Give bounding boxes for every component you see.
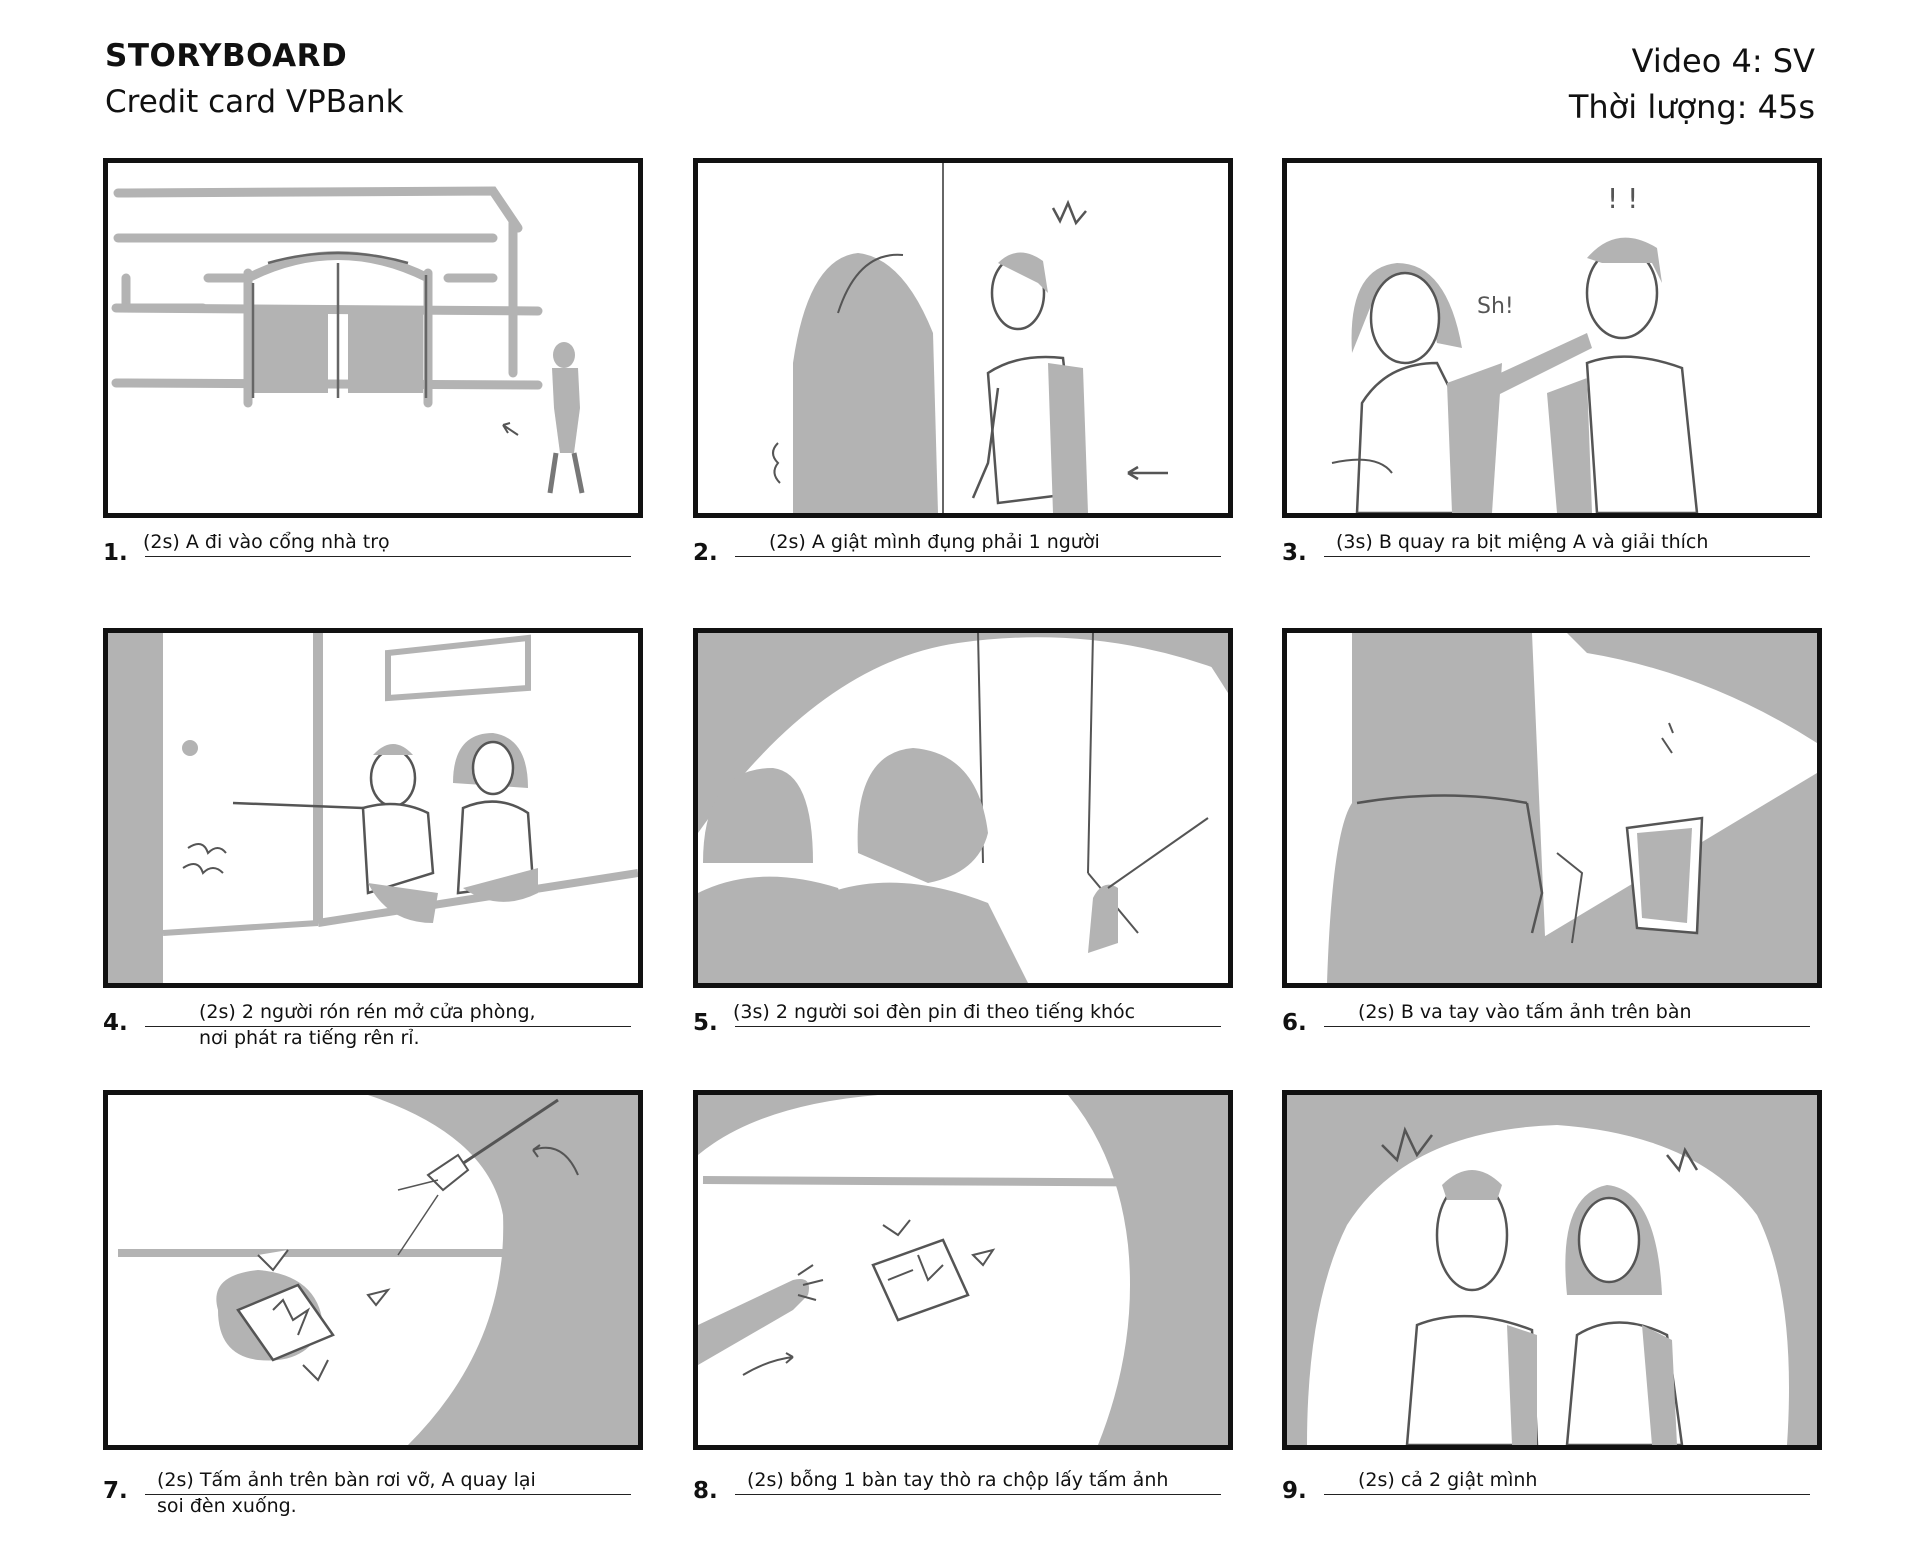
panel-8-sketch: [693, 1090, 1233, 1450]
panel-6-sketch: [1282, 628, 1822, 988]
panel-4-caption: 4. (2s) 2 người rón rén mở cửa phòng, nơ…: [103, 1000, 643, 1060]
storyboard-title: STORYBOARD: [105, 38, 348, 74]
panel-3-number: 3.: [1282, 540, 1307, 566]
video-label: Video 4: SV: [1631, 42, 1815, 80]
panel-2-caption: 2. (2s) A giật mình đụng phải 1 người: [693, 530, 1233, 590]
panel-3-sketch: Sh! ! !: [1282, 158, 1822, 518]
storyboard-subtitle: Credit card VPBank: [105, 84, 404, 120]
shh-sound-text: Sh!: [1477, 294, 1514, 319]
panel-6-caption-text: (2s) B va tay vào tấm ảnh trên bàn: [1358, 1001, 1692, 1023]
panel-8-caption-text: (2s) bỗng 1 bàn tay thò ra chộp lấy tấm …: [747, 1469, 1169, 1491]
panel-4-sketch: [103, 628, 643, 988]
panel-9-caption: 9. (2s) cả 2 giật mình: [1282, 1468, 1822, 1528]
panel-7-caption-line2: soi đèn xuống.: [157, 1495, 297, 1517]
panel-2-number: 2.: [693, 540, 718, 566]
panel-8-number: 8.: [693, 1478, 718, 1504]
panel-7-sketch: [103, 1090, 643, 1450]
panel-7-number: 7.: [103, 1478, 128, 1504]
panel-2-caption-text: (2s) A giật mình đụng phải 1 người: [769, 531, 1100, 553]
panel-6-number: 6.: [1282, 1010, 1307, 1036]
panel-4-caption-line2: nơi phát ra tiếng rên rỉ.: [199, 1027, 420, 1049]
scared-woman-figure: [1565, 1185, 1684, 1445]
panel-3-caption: 3. (3s) B quay ra bịt miệng A và giải th…: [1282, 530, 1822, 590]
startled-man-figure: [971, 252, 1088, 513]
panel-5-sketch: [693, 628, 1233, 988]
panel-1-sketch: [103, 158, 643, 518]
exclaim-marks-text: ! !: [1607, 182, 1638, 215]
panel-5-number: 5.: [693, 1010, 718, 1036]
walking-person-figure: [547, 342, 585, 494]
scared-man-figure: [1405, 1170, 1539, 1445]
flashlight-scene-illustration: [698, 633, 1228, 983]
grabbing-hand-scene-illustration: [698, 1095, 1228, 1445]
panel-1-number: 1.: [103, 540, 128, 566]
panel-6-caption: 6. (2s) B va tay vào tấm ảnh trên bàn: [1282, 1000, 1822, 1060]
panel-1-caption-text: (2s) A đi vào cổng nhà trọ: [143, 531, 390, 553]
panel-1-caption: 1. (2s) A đi vào cổng nhà trọ: [103, 530, 643, 590]
panel-5-caption-text: (3s) 2 người soi đèn pin đi theo tiếng k…: [733, 1001, 1136, 1023]
panel-7-caption-line1: (2s) Tấm ảnh trên bàn rơi vỡ, A quay lại: [157, 1469, 536, 1491]
crouching-woman-figure: [453, 733, 538, 902]
gate-scene-illustration: [111, 186, 585, 494]
broken-photo-scene-illustration: [118, 1095, 638, 1445]
both-startled-scene-illustration: [1287, 1095, 1817, 1445]
panel-8-caption: 8. (2s) bỗng 1 bàn tay thò ra chộp lấy t…: [693, 1468, 1233, 1528]
bump-scene-illustration: [772, 163, 1168, 513]
panel-7-caption: 7. (2s) Tấm ảnh trên bàn rơi vỡ, A quay …: [103, 1468, 643, 1528]
surprised-man-figure: [1547, 237, 1699, 513]
crouching-man-figure: [232, 744, 438, 923]
panel-3-caption-text: (3s) B quay ra bịt miệng A và giải thích: [1336, 531, 1709, 553]
panel-4-number: 4.: [103, 1010, 128, 1036]
panel-9-sketch: [1282, 1090, 1822, 1450]
panel-4-caption-line1: (2s) 2 người rón rén mở cửa phòng,: [199, 1001, 536, 1023]
panel-9-caption-text: (2s) cả 2 giật mình: [1358, 1469, 1538, 1491]
door-scene-illustration: [108, 633, 638, 983]
panel-5-caption: 5. (3s) 2 người soi đèn pin đi theo tiến…: [693, 1000, 1233, 1060]
man-back-figure: [818, 748, 1028, 983]
panel-9-number: 9.: [1282, 1478, 1307, 1504]
duration-label: Thời lượng: 45s: [1568, 88, 1815, 126]
shush-scene-illustration: Sh! ! !: [1331, 182, 1699, 513]
panel-2-sketch: [693, 158, 1233, 518]
photo-bump-scene-illustration: [1327, 633, 1817, 983]
